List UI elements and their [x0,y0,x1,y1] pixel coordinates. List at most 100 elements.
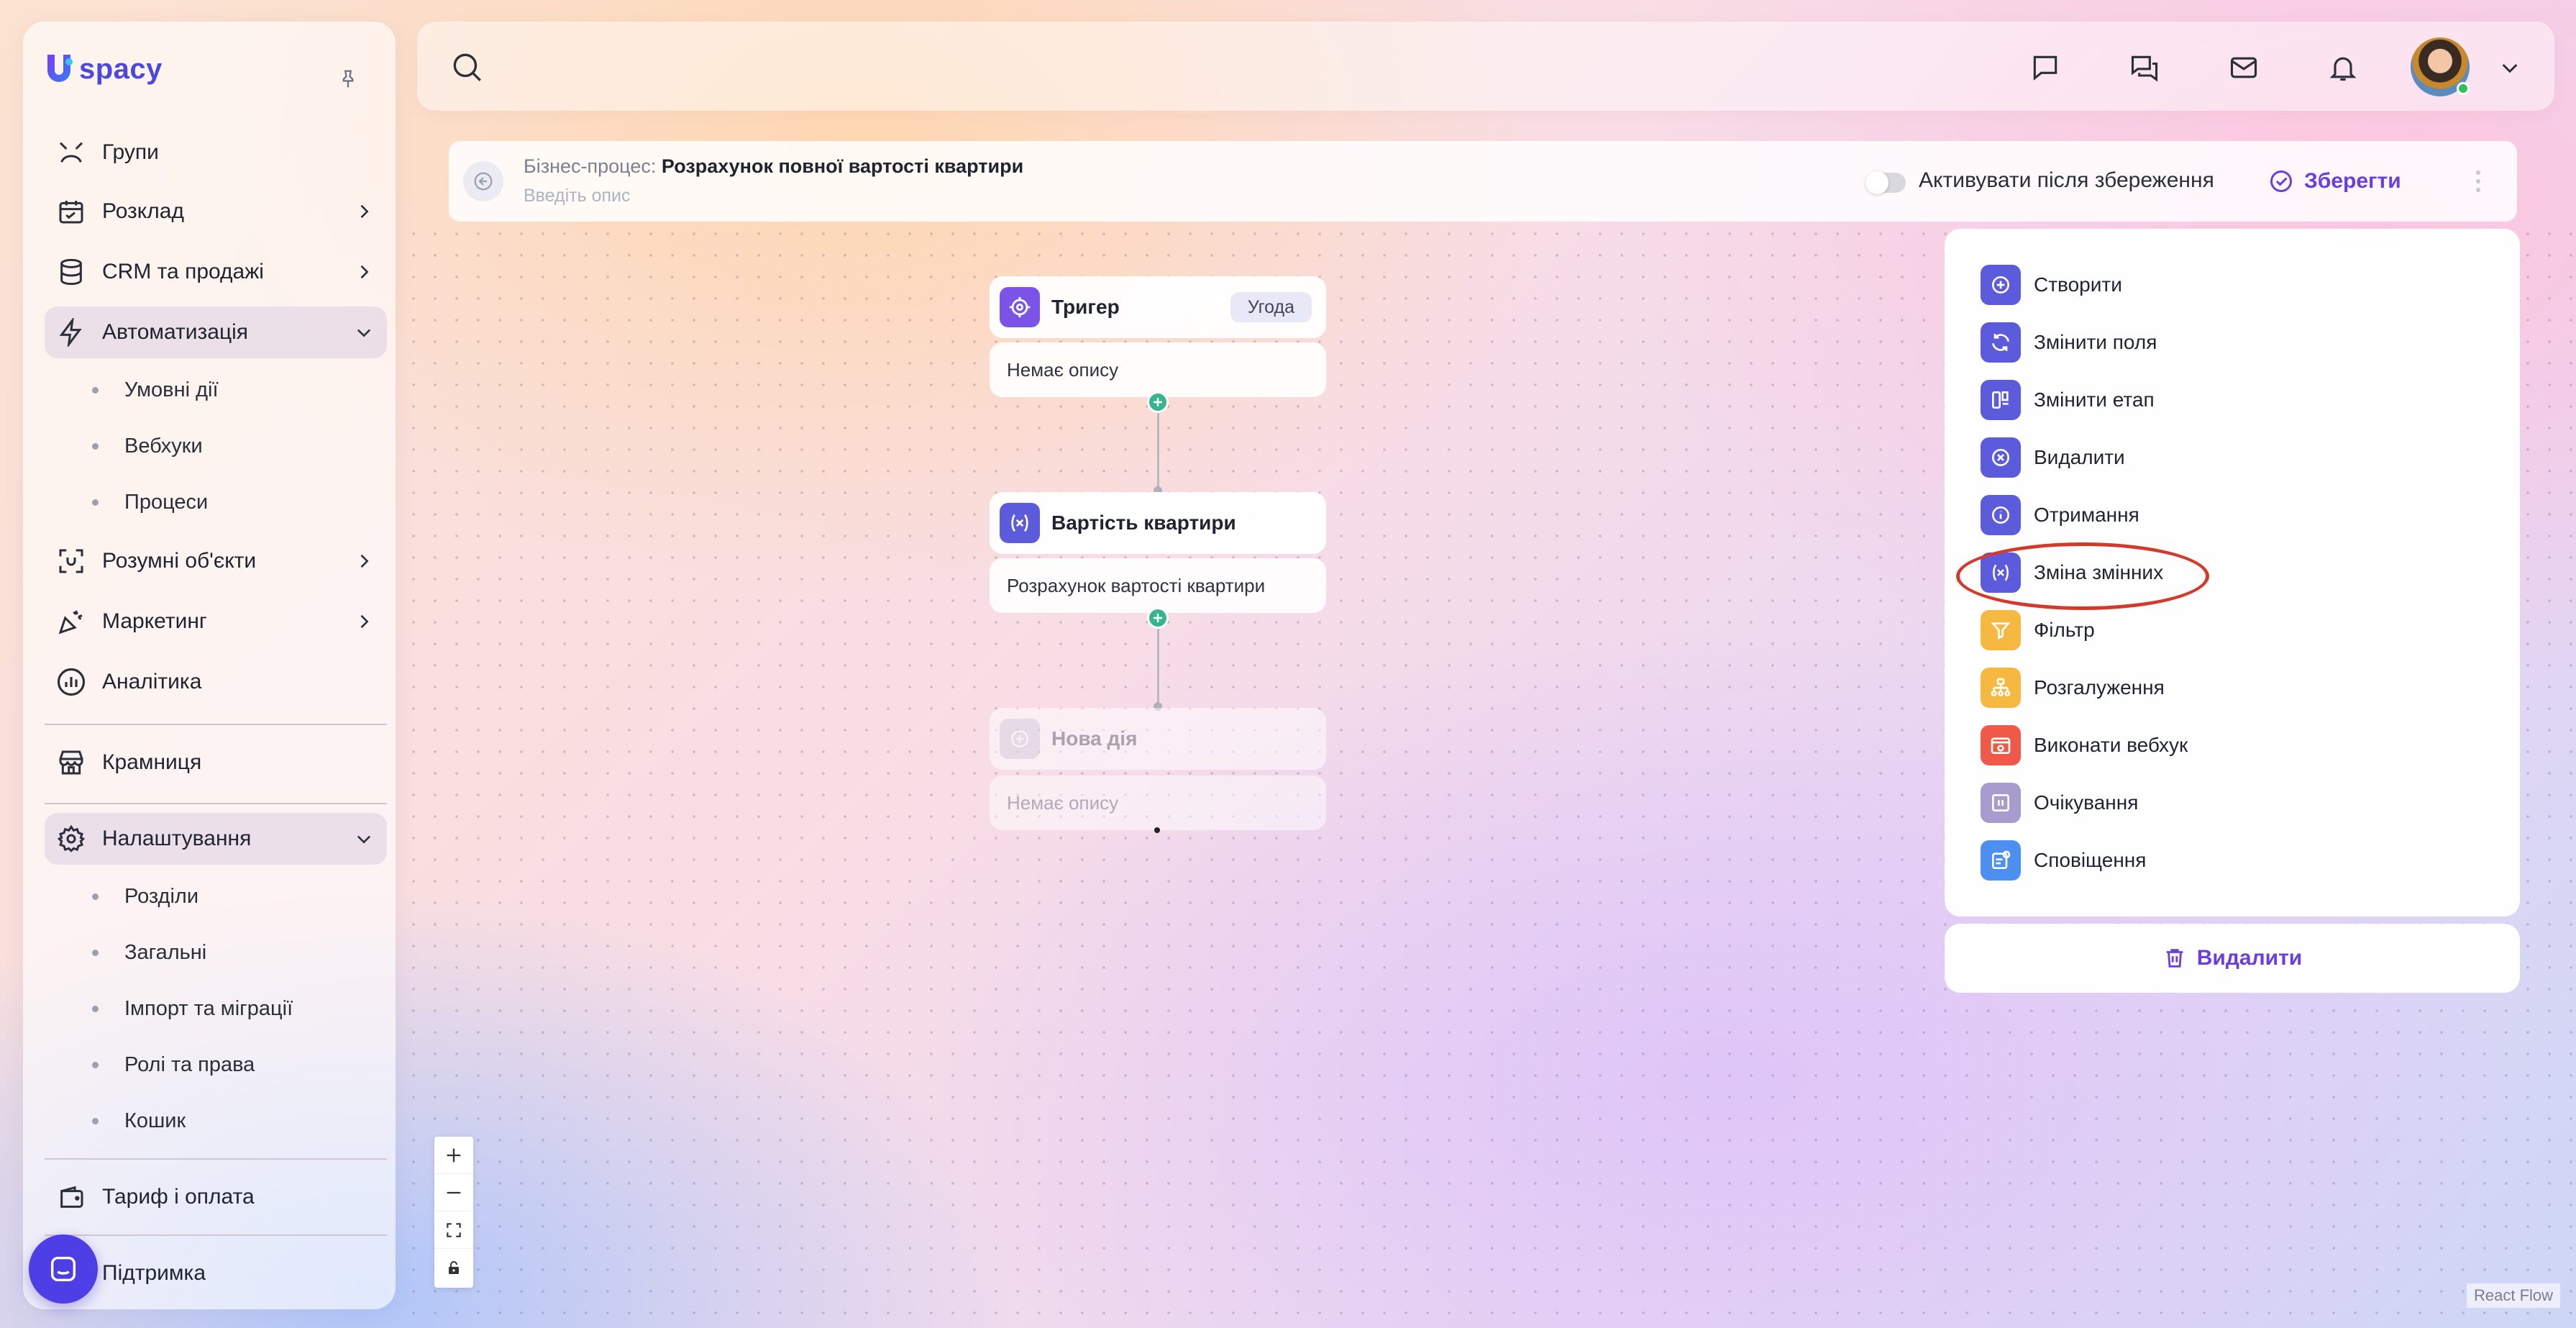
store-icon [55,746,88,779]
chevron-down-icon[interactable] [2493,50,2527,85]
new-action-node[interactable]: Нова дія [990,708,1326,770]
sidebar-item-crm[interactable]: CRM та продажі [45,246,387,298]
logo-mark-icon [45,52,78,86]
sidebar-item-marketing[interactable]: Маркетинг [45,596,387,647]
analytics-icon [55,665,88,699]
action-notification[interactable]: Сповіщення [1981,839,2146,882]
trigger-node[interactable]: Тригер Угода [990,276,1326,338]
chats-icon[interactable] [2127,50,2162,85]
variables-node-description[interactable]: Розрахунок вартості квартири [990,558,1326,613]
save-button[interactable]: Зберегти [2268,163,2401,200]
chevron-down-icon [354,322,374,342]
divider [45,1234,387,1236]
sidebar-item-label: Розумні об'єкти [102,549,257,573]
sidebar-subitem-conditional-actions[interactable]: Умовні дії [92,368,219,411]
highlight-annotation [1956,542,2209,610]
back-button[interactable] [463,161,503,201]
divider [45,724,387,725]
minus-icon [447,1191,461,1193]
sidebar-item-label: Підтримка [102,1261,206,1285]
flow-edge [1157,629,1159,705]
sidebar: spacy Групи Розклад CRM та продажі Автом… [23,22,396,1309]
sidebar-item-schedule[interactable]: Розклад [45,186,387,237]
sidebar-item-billing[interactable]: Тариф і оплата [45,1171,387,1223]
sidebar-item-label: Крамниця [102,750,202,774]
branch-icon [1981,668,2021,708]
react-flow-attribution[interactable]: React Flow [2467,1283,2561,1308]
plus-icon [447,1148,461,1162]
trash-icon [2166,949,2183,968]
activate-toggle[interactable] [1865,171,1906,194]
calendar-icon [55,195,88,228]
process-name: Розрахунок повної вартості квартири [661,155,1024,177]
gear-icon [55,822,88,855]
flow-edge [1157,413,1159,488]
sidebar-subitem-roles[interactable]: Ролі та права [92,1043,255,1086]
entity-tag: Угода [1230,292,1312,322]
variables-node[interactable]: Вартість квартири [990,492,1326,554]
fit-view-button[interactable] [434,1211,473,1249]
sidebar-item-groups[interactable]: Групи [45,127,387,178]
action-branch[interactable]: Розгалуження [1981,666,2165,709]
delete-node-button[interactable]: Видалити [1945,924,2520,993]
sidebar-item-label: Розклад [102,199,184,223]
process-description-input[interactable]: Введіть опис [524,186,631,206]
sidebar-item-automation[interactable]: Автоматизація [45,306,387,358]
action-fetch[interactable]: Отримання [1981,494,2139,537]
action-create[interactable]: Створити [1981,263,2122,306]
action-wait[interactable]: Очікування [1981,781,2138,824]
bell-icon[interactable] [2326,50,2360,85]
comment-icon[interactable] [2028,50,2063,85]
logo[interactable]: spacy [45,47,163,91]
divider [45,1158,387,1160]
sidebar-item-label: Маркетинг [102,609,207,633]
lightning-icon [55,316,88,349]
x-circle-icon [1981,437,2021,478]
marketing-icon [55,605,88,638]
source-handle[interactable] [1154,827,1160,833]
lock-button[interactable] [434,1249,473,1286]
support-chat-button[interactable] [29,1234,98,1304]
user-avatar[interactable] [2411,37,2470,96]
target-icon [1000,287,1040,327]
new-action-node-description[interactable]: Немає опису [990,776,1326,830]
sidebar-subitem-import[interactable]: Імпорт та міграції [92,987,293,1030]
action-run-webhook[interactable]: Виконати вебхук [1981,724,2188,767]
chat-icon [50,1256,76,1282]
sidebar-subitem-general[interactable]: Загальні [92,931,206,974]
pin-sidebar-button[interactable] [334,65,362,94]
sidebar-subitem-sections[interactable]: Розділи [92,875,198,918]
sidebar-subitem-webhooks[interactable]: Вебхуки [92,424,203,468]
more-options-icon[interactable] [2470,167,2487,196]
action-filter[interactable]: Фільтр [1981,609,2095,652]
top-header [417,22,2554,111]
sidebar-item-label: Налаштування [102,827,252,850]
action-change-fields[interactable]: Змінити поля [1981,321,2157,364]
refresh-icon [1981,322,2021,363]
action-change-stage[interactable]: Змінити етап [1981,378,2155,422]
sidebar-subitem-trash[interactable]: Кошик [92,1099,186,1142]
sidebar-item-label: Групи [102,140,159,164]
groups-icon [55,136,88,169]
zoom-out-button[interactable] [434,1174,473,1211]
sidebar-item-store[interactable]: Крамниця [45,737,387,788]
sidebar-item-settings[interactable]: Налаштування [45,813,387,865]
add-step-handle[interactable] [1147,391,1169,413]
mail-icon[interactable] [2226,50,2261,85]
search-input[interactable] [496,43,1791,89]
variable-icon [1000,503,1040,543]
trigger-node-description[interactable]: Немає опису [990,342,1326,397]
plus-icon [1154,398,1162,406]
zoom-in-button[interactable] [434,1137,473,1174]
sidebar-subitem-processes[interactable]: Процеси [92,481,208,524]
sidebar-item-analytics[interactable]: Аналітика [45,656,387,708]
action-delete[interactable]: Видалити [1981,436,2125,479]
process-title[interactable]: Бізнес-процес: Розрахунок повної вартост… [524,155,1023,178]
wallet-icon [55,1181,88,1214]
search-icon[interactable] [449,49,485,85]
add-step-handle[interactable] [1147,607,1169,629]
logo-text: spacy [79,53,163,85]
database-icon [55,255,88,288]
sidebar-item-smart-objects[interactable]: Розумні об'єкти [45,535,387,587]
online-status-dot [2457,82,2470,95]
